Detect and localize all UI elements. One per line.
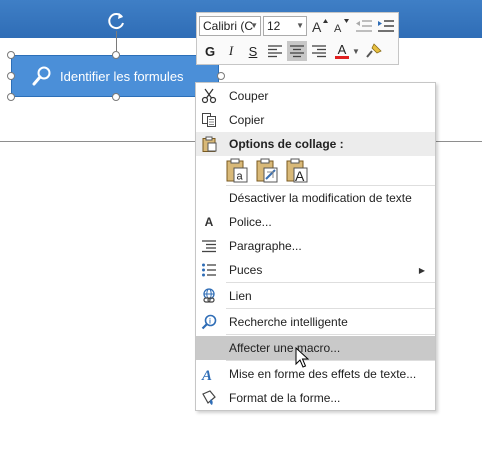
menu-label: Recherche intelligente [229, 315, 348, 329]
paste-text-only-icon: A [286, 158, 308, 184]
paste-option-letter-a: a [237, 171, 244, 183]
chevron-down-icon: ▼ [250, 21, 258, 30]
menu-separator [226, 334, 435, 335]
grow-font-button[interactable]: A [310, 16, 330, 36]
context-menu: Couper Copier Options de collage : a A D… [195, 82, 436, 411]
font-color-button[interactable]: A [332, 41, 352, 61]
align-center-icon [290, 45, 304, 58]
menu-item-paragraphe[interactable]: Paragraphe... [196, 234, 435, 258]
align-right-icon [312, 45, 326, 58]
shrink-font-icon: A [334, 19, 349, 34]
magnifier-icon [32, 66, 51, 86]
paste-picture-icon [256, 158, 278, 183]
shrink-font-button[interactable]: A [332, 16, 352, 36]
svg-text:A: A [312, 19, 322, 34]
format-shape-icon [200, 389, 218, 407]
menu-separator [226, 360, 435, 361]
align-right-button[interactable] [309, 41, 329, 61]
paste-text-only-button[interactable]: A [285, 158, 309, 184]
resize-handle-top[interactable] [112, 51, 120, 59]
menu-label: Paragraphe... [229, 239, 302, 253]
resize-handle-bottom[interactable] [112, 93, 120, 101]
bullets-icon [200, 261, 218, 279]
paste-keep-formatting-icon: a [226, 158, 248, 183]
copy-icon [200, 111, 218, 129]
menu-item-text-effects[interactable]: A Mise en forme des effets de texte... [196, 362, 435, 386]
link-icon [200, 287, 218, 305]
svg-text:i: i [209, 319, 211, 326]
menu-label: Affecter une macro... [229, 341, 341, 355]
decrease-indent-button[interactable] [354, 16, 374, 36]
mouse-cursor-icon [295, 347, 309, 368]
macro-button-shape[interactable]: Identifier les formules [11, 55, 219, 97]
grow-font-icon: A [312, 19, 328, 34]
bold-button[interactable]: G [200, 41, 220, 61]
chevron-down-icon: ▼ [296, 21, 304, 30]
resize-handle-bottom-left[interactable] [7, 93, 15, 101]
clipboard-icon [200, 135, 218, 153]
format-painter-button[interactable] [364, 41, 384, 61]
font-color-letter: A [337, 42, 347, 57]
rotate-handle-icon[interactable] [107, 11, 127, 31]
rotate-connector [116, 31, 117, 51]
menu-item-puces[interactable]: Puces ▶ [196, 258, 435, 282]
menu-label: Puces [229, 263, 263, 277]
smart-lookup-icon: i [200, 313, 218, 331]
menu-label: Copier [229, 113, 265, 127]
resize-handle-top-left[interactable] [7, 51, 15, 59]
font-color-swatch [335, 56, 349, 59]
menu-label: Police... [229, 215, 272, 229]
menu-item-assign-macro[interactable]: Affecter une macro... [196, 336, 435, 360]
menu-separator [226, 282, 435, 283]
shape-label: Identifier les formules [60, 68, 184, 84]
font-name-value: Calibri (C [203, 19, 254, 33]
menu-item-smart-lookup[interactable]: i Recherche intelligente [196, 310, 435, 334]
increase-indent-button[interactable] [376, 16, 396, 36]
align-left-icon [268, 45, 282, 58]
menu-label: Désactiver la modification de texte [229, 191, 412, 205]
scissors-icon [200, 87, 218, 105]
resize-handle-left[interactable] [7, 72, 15, 80]
paste-keep-formatting-button[interactable]: a [225, 158, 249, 184]
text-effects-icon: A [200, 365, 218, 383]
paste-option-letter-A: A [295, 168, 305, 184]
menu-item-copier[interactable]: Copier [196, 108, 435, 132]
align-center-button[interactable] [287, 41, 307, 61]
font-color-dropdown[interactable]: ▼ [352, 41, 360, 61]
menu-separator [226, 308, 435, 309]
decrease-indent-icon [356, 20, 372, 32]
menu-label: Couper [229, 89, 269, 103]
menu-item-format-shape[interactable]: Format de la forme... [196, 386, 435, 410]
menu-label: Lien [229, 289, 252, 303]
font-size-value: 12 [267, 19, 281, 33]
paragraph-icon [200, 237, 218, 255]
menu-label: Format de la forme... [229, 391, 341, 405]
mini-toolbar: Calibri (C ▼ 12 ▼ A A G I S A ▼ [196, 12, 399, 65]
resize-handle-right[interactable] [217, 72, 225, 80]
svg-text:A: A [201, 368, 212, 382]
menu-section-paste-options: Options de collage : [196, 132, 435, 156]
align-left-button[interactable] [265, 41, 285, 61]
menu-item-lien[interactable]: Lien [196, 284, 435, 308]
italic-button[interactable]: I [221, 41, 241, 61]
menu-label: Options de collage : [229, 137, 344, 151]
menu-label: Mise en forme des effets de texte... [229, 367, 417, 381]
paste-picture-button[interactable] [255, 158, 279, 184]
font-size-combo[interactable]: 12 ▼ [263, 16, 307, 36]
menu-item-police[interactable]: A Police... [196, 210, 435, 234]
menu-item-disable-text-edit[interactable]: Désactiver la modification de texte [196, 186, 435, 210]
format-painter-icon [366, 43, 382, 58]
submenu-arrow-icon: ▶ [418, 265, 425, 275]
font-icon: A [204, 215, 214, 229]
svg-text:A: A [334, 23, 342, 34]
menu-item-couper[interactable]: Couper [196, 84, 435, 108]
underline-button[interactable]: S [243, 41, 263, 61]
increase-indent-icon [378, 20, 394, 32]
font-name-combo[interactable]: Calibri (C ▼ [199, 16, 261, 36]
